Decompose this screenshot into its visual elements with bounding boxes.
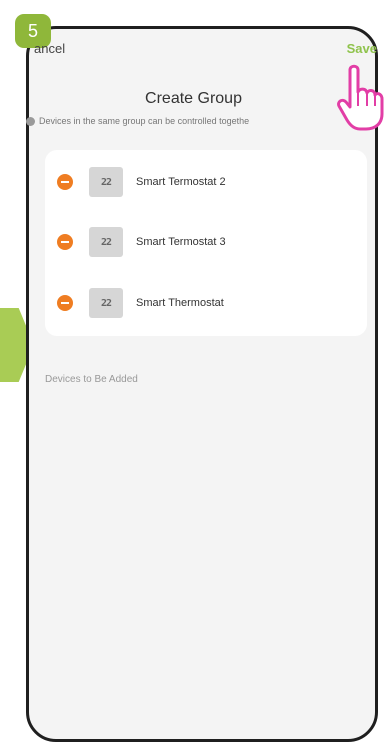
thermostat-display: 22 xyxy=(100,176,112,188)
device-row: 22 Smart Thermostat xyxy=(45,283,367,323)
devices-to-add-label: Devices to Be Added xyxy=(45,374,138,385)
thermostat-display: 22 xyxy=(100,236,112,248)
device-name: Smart Termostat 2 xyxy=(136,176,226,188)
device-name: Smart Termostat 3 xyxy=(136,236,226,248)
remove-icon[interactable] xyxy=(57,234,73,250)
cancel-button[interactable]: ancel xyxy=(34,41,65,56)
device-row: 22 Smart Termostat 3 xyxy=(45,222,367,262)
info-text-row: Devices in the same group can be control… xyxy=(26,116,249,126)
device-name: Smart Thermostat xyxy=(136,297,224,309)
save-button[interactable]: Save xyxy=(347,41,377,56)
remove-icon[interactable] xyxy=(57,174,73,190)
remove-icon[interactable] xyxy=(57,295,73,311)
thermostat-icon: 22 xyxy=(89,167,123,197)
device-list-card: 22 Smart Termostat 2 22 Smart Termostat … xyxy=(45,150,367,336)
info-text: Devices in the same group can be control… xyxy=(39,116,250,126)
hand-pointer-icon xyxy=(337,64,384,131)
device-row: 22 Smart Termostat 2 xyxy=(45,162,367,202)
thermostat-icon: 22 xyxy=(89,227,123,257)
info-icon xyxy=(26,116,35,126)
thermostat-display: 22 xyxy=(100,297,112,309)
page-title: Create Group xyxy=(145,90,242,107)
thermostat-icon: 22 xyxy=(89,288,123,318)
